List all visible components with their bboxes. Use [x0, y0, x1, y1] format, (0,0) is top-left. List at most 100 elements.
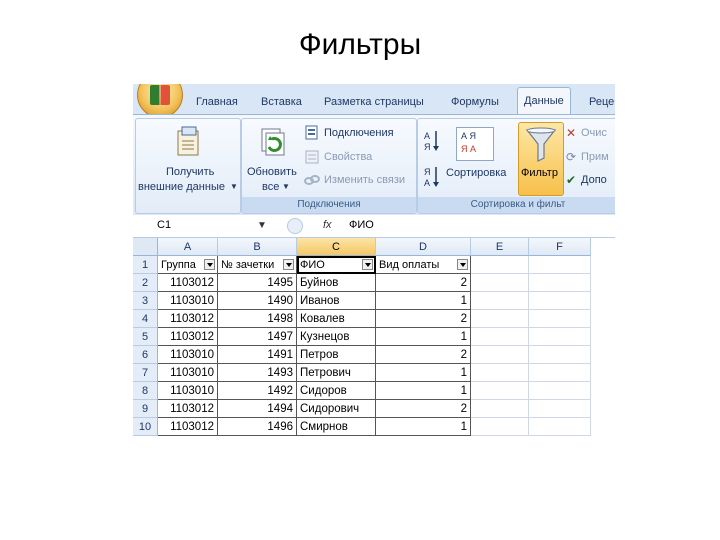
table-cell[interactable]: 2	[376, 274, 471, 292]
table-cell[interactable]: 1498	[218, 310, 297, 328]
table-cell[interactable]: Петрович	[297, 364, 376, 382]
column-header-e[interactable]: E	[471, 238, 529, 256]
formula-input[interactable]: ФИО	[349, 217, 374, 234]
column-header-d[interactable]: D	[376, 238, 471, 256]
row-header-1[interactable]: 1	[133, 256, 158, 274]
properties-button[interactable]: Свойства	[324, 151, 372, 164]
table-header-cell[interactable]: № зачетки	[218, 256, 297, 274]
table-cell[interactable]	[529, 310, 591, 328]
tab-home[interactable]: Главная	[196, 92, 238, 114]
table-cell[interactable]	[529, 382, 591, 400]
table-cell[interactable]: 1495	[218, 274, 297, 292]
get-data-dropdown-icon[interactable]: ▼	[230, 180, 238, 193]
table-cell[interactable]	[471, 256, 529, 274]
table-cell[interactable]: 1491	[218, 346, 297, 364]
table-cell[interactable]	[529, 418, 591, 436]
table-cell[interactable]: 1	[376, 328, 471, 346]
filter-button[interactable]: Фильтр	[521, 167, 558, 180]
get-data-label-2[interactable]: внешние данные	[138, 181, 225, 194]
table-cell[interactable]: 1103012	[158, 274, 218, 292]
advanced-button[interactable]: Допо	[581, 174, 607, 187]
table-cell[interactable]: 1494	[218, 400, 297, 418]
table-cell[interactable]	[471, 328, 529, 346]
row-header-3[interactable]: 3	[133, 292, 158, 310]
table-header-cell[interactable]: Группа	[158, 256, 218, 274]
sort-az-icon[interactable]: А Я	[424, 129, 440, 153]
column-header-a[interactable]: A	[158, 238, 218, 256]
table-cell[interactable]: 1103010	[158, 382, 218, 400]
table-cell[interactable]	[471, 346, 529, 364]
row-header-7[interactable]: 7	[133, 364, 158, 382]
table-cell[interactable]: 1	[376, 382, 471, 400]
reapply-button[interactable]: Прим	[581, 151, 609, 164]
filter-dropdown-icon[interactable]	[204, 259, 215, 270]
row-header-9[interactable]: 9	[133, 400, 158, 418]
filter-dropdown-icon[interactable]	[362, 259, 373, 270]
tab-review[interactable]: Реце	[589, 92, 614, 114]
table-cell[interactable]: 1103012	[158, 400, 218, 418]
tab-data[interactable]: Данные	[517, 87, 571, 115]
table-cell[interactable]: Сидорович	[297, 400, 376, 418]
select-all-corner[interactable]	[133, 238, 158, 256]
table-cell[interactable]	[471, 418, 529, 436]
table-cell[interactable]: Петров	[297, 346, 376, 364]
table-cell[interactable]: Сидоров	[297, 382, 376, 400]
table-cell[interactable]: 1497	[218, 328, 297, 346]
column-header-c[interactable]: C	[297, 238, 376, 256]
row-header-10[interactable]: 10	[133, 418, 158, 436]
table-cell[interactable]	[529, 346, 591, 364]
table-cell[interactable]: 1103012	[158, 310, 218, 328]
table-cell[interactable]: 2	[376, 400, 471, 418]
get-data-label-1[interactable]: Получить	[166, 166, 214, 179]
table-cell[interactable]	[471, 400, 529, 418]
tab-formulas[interactable]: Формулы	[451, 92, 499, 114]
refresh-dropdown-icon[interactable]: ▼	[282, 180, 290, 193]
row-header-5[interactable]: 5	[133, 328, 158, 346]
table-cell[interactable]: Кузнецов	[297, 328, 376, 346]
row-header-8[interactable]: 8	[133, 382, 158, 400]
table-cell[interactable]: 1103012	[158, 418, 218, 436]
filter-button-highlight[interactable]: Фильтр	[518, 122, 564, 196]
table-cell[interactable]: Буйнов	[297, 274, 376, 292]
table-cell[interactable]: 1	[376, 418, 471, 436]
filter-dropdown-icon[interactable]	[283, 259, 294, 270]
table-cell[interactable]: 1496	[218, 418, 297, 436]
name-box-dropdown-icon[interactable]: ▼	[257, 217, 267, 234]
table-cell[interactable]	[471, 364, 529, 382]
formula-bar-handle-icon[interactable]	[287, 218, 303, 234]
table-cell[interactable]	[529, 292, 591, 310]
table-cell[interactable]: 2	[376, 346, 471, 364]
table-cell[interactable]	[529, 274, 591, 292]
table-cell[interactable]: Ковалев	[297, 310, 376, 328]
table-cell[interactable]: Иванов	[297, 292, 376, 310]
column-header-b[interactable]: B	[218, 238, 297, 256]
table-header-cell[interactable]: Вид оплаты	[376, 256, 471, 274]
table-cell[interactable]	[529, 256, 591, 274]
filter-dropdown-icon[interactable]	[457, 259, 468, 270]
table-cell[interactable]	[529, 328, 591, 346]
table-cell[interactable]	[471, 382, 529, 400]
table-cell[interactable]	[471, 310, 529, 328]
table-cell[interactable]: 1103012	[158, 328, 218, 346]
table-cell[interactable]: 2	[376, 310, 471, 328]
clear-button[interactable]: Очис	[581, 127, 607, 140]
table-cell[interactable]: 1103010	[158, 346, 218, 364]
sort-za-icon[interactable]: Я А	[424, 165, 440, 189]
table-cell[interactable]: 1492	[218, 382, 297, 400]
table-cell[interactable]	[471, 274, 529, 292]
row-header-6[interactable]: 6	[133, 346, 158, 364]
table-cell[interactable]: 1	[376, 292, 471, 310]
table-cell[interactable]: 1103010	[158, 292, 218, 310]
table-cell[interactable]	[529, 364, 591, 382]
table-cell[interactable]: 1103010	[158, 364, 218, 382]
row-header-2[interactable]: 2	[133, 274, 158, 292]
row-header-4[interactable]: 4	[133, 310, 158, 328]
tab-page-layout[interactable]: Разметка страницы	[324, 92, 424, 114]
insert-function-button[interactable]: fx	[323, 217, 332, 234]
table-header-cell[interactable]: ФИО	[297, 256, 376, 274]
connections-button[interactable]: Подключения	[324, 127, 394, 140]
table-cell[interactable]	[471, 292, 529, 310]
sort-button[interactable]: Сортировка	[446, 167, 506, 180]
edit-links-button[interactable]: Изменить связи	[324, 174, 405, 187]
tab-insert[interactable]: Вставка	[261, 92, 302, 114]
